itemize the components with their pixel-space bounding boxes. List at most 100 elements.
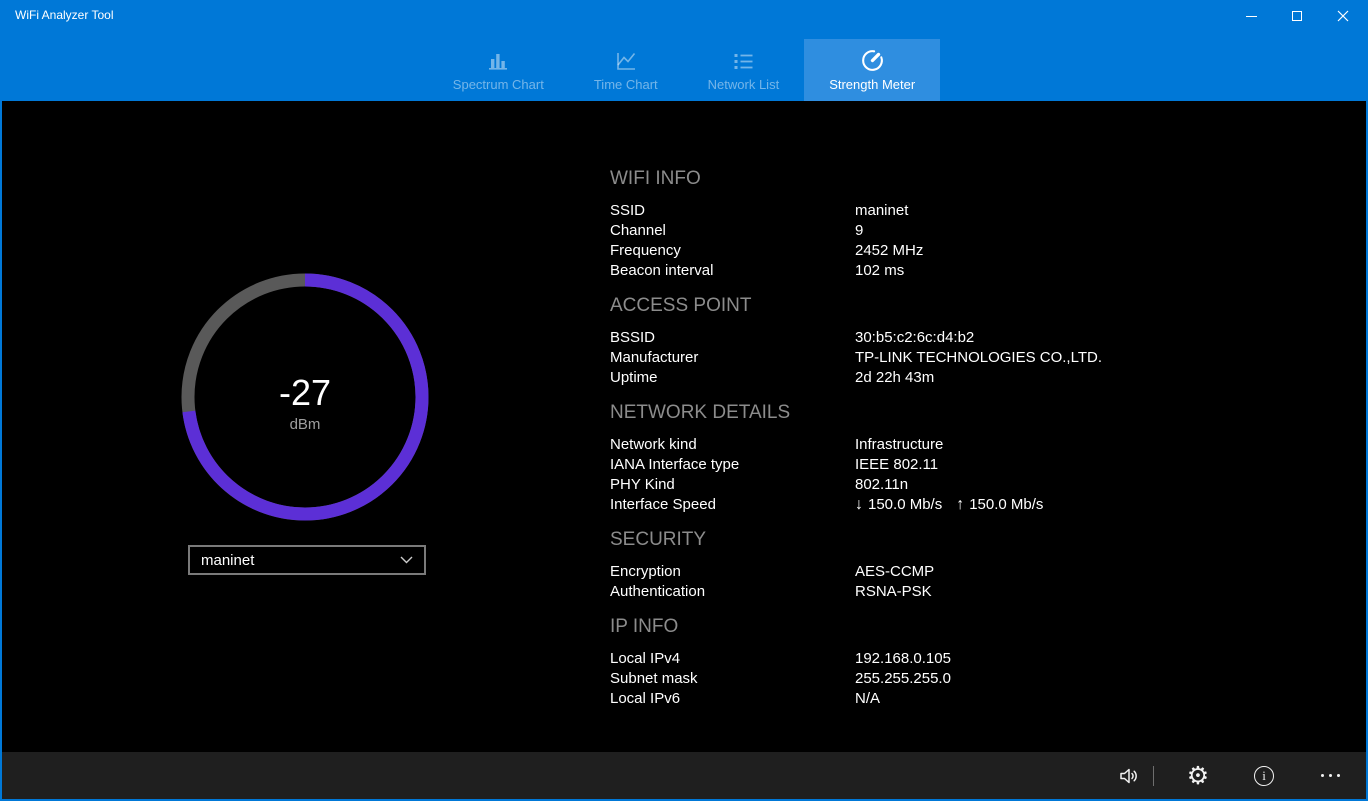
tab-strength-meter[interactable]: Strength Meter [804,39,940,101]
app-window: WiFi Analyzer Tool [0,0,1368,801]
about-button[interactable]: i [1242,752,1286,799]
row-value: 2d 22h 43m [855,368,1190,388]
row-value: RSNA-PSK [855,582,1190,602]
row-value: 30:b5:c2:6c:d4:b2 [855,328,1190,348]
row-value: 2452 MHz [855,241,1190,261]
tab-label: Spectrum Chart [453,77,544,92]
tab-time-chart[interactable]: Time Chart [569,39,683,101]
tab-label: Strength Meter [829,77,915,92]
info-panel: WIFI INFO SSID maninet Channel 9 Frequen… [610,168,1190,723]
info-row: PHY Kind 802.11n [610,475,1190,495]
line-chart-icon [613,46,639,75]
more-button[interactable] [1308,752,1352,799]
row-label: Interface Speed [610,495,855,515]
info-icon: i [1254,766,1274,786]
info-row: Frequency 2452 MHz [610,241,1190,261]
tab-spectrum-chart[interactable]: Spectrum Chart [428,39,569,101]
row-label: Beacon interval [610,261,855,281]
row-value: 255.255.255.0 [855,669,1190,689]
row-value: 802.11n [855,475,1190,495]
tab-label: Network List [708,77,780,92]
section-wifi-info: WIFI INFO SSID maninet Channel 9 Frequen… [610,168,1190,281]
tab-network-list[interactable]: Network List [683,39,805,101]
network-select-value: maninet [201,552,254,569]
main-content: -27 dBm maninet WIFI INFO SSID maninet C… [2,101,1366,752]
close-button[interactable] [1320,0,1366,32]
row-value: 192.168.0.105 [855,649,1190,669]
row-label: Local IPv6 [610,689,855,709]
info-row: Manufacturer TP-LINK TECHNOLOGIES CO.,LT… [610,348,1190,368]
maximize-button[interactable] [1274,0,1320,32]
network-select-dropdown[interactable]: maninet [188,545,426,575]
section-ip-info: IP INFO Local IPv4 192.168.0.105 Subnet … [610,616,1190,709]
info-row: Authentication RSNA-PSK [610,582,1190,602]
row-label: Frequency [610,241,855,261]
info-row: Local IPv4 192.168.0.105 [610,649,1190,669]
download-speed: 150.0 Mb/s [868,495,942,515]
section-title: IP INFO [610,616,1190,638]
row-label: Subnet mask [610,669,855,689]
info-row: Channel 9 [610,221,1190,241]
download-arrow-icon: ↓ [855,495,863,515]
sound-button[interactable] [1107,752,1151,799]
row-label: Encryption [610,562,855,582]
section-security: SECURITY Encryption AES-CCMP Authenticat… [610,529,1190,602]
info-row-interface-speed: Interface Speed ↓ 150.0 Mb/s ↑ 150.0 Mb/… [610,495,1190,515]
row-value: N/A [855,689,1190,709]
minimize-icon [1246,16,1257,17]
row-label: IANA Interface type [610,455,855,475]
gauge-readout: -27 dBm [181,280,429,528]
row-value: 9 [855,221,1190,241]
row-label: Authentication [610,582,855,602]
gauge-value: -27 [279,375,331,411]
row-value: 102 ms [855,261,1190,281]
row-label: Network kind [610,435,855,455]
row-label: PHY Kind [610,475,855,495]
gauge-icon [859,46,886,75]
window-controls [1228,0,1366,32]
row-label: Manufacturer [610,348,855,368]
bar-chart-icon [485,46,511,75]
row-label: SSID [610,201,855,221]
gauge-unit: dBm [290,416,321,433]
row-value: AES-CCMP [855,562,1190,582]
row-value: maninet [855,201,1190,221]
window-title: WiFi Analyzer Tool [15,8,113,22]
row-value: Infrastructure [855,435,1190,455]
info-row: IANA Interface type IEEE 802.11 [610,455,1190,475]
section-title: WIFI INFO [610,168,1190,190]
section-title: SECURITY [610,529,1190,551]
signal-strength-gauge: -27 dBm [181,273,429,521]
nav-tabs: Spectrum Chart Time Chart [2,39,1366,101]
gear-icon: ⚙ [1187,763,1209,788]
info-row: Subnet mask 255.255.255.0 [610,669,1190,689]
info-row: Uptime 2d 22h 43m [610,368,1190,388]
upload-arrow-icon: ↑ [956,495,964,515]
header: WiFi Analyzer Tool [2,0,1366,101]
row-label: Local IPv4 [610,649,855,669]
close-icon [1337,10,1349,22]
settings-button[interactable]: ⚙ [1176,752,1220,799]
tab-label: Time Chart [594,77,658,92]
row-label: Channel [610,221,855,241]
chevron-down-icon [400,556,413,564]
maximize-icon [1292,11,1302,21]
row-value: ↓ 150.0 Mb/s ↑ 150.0 Mb/s [855,495,1190,515]
section-access-point: ACCESS POINT BSSID 30:b5:c2:6c:d4:b2 Man… [610,295,1190,388]
minimize-button[interactable] [1228,0,1274,32]
list-icon [730,46,756,75]
info-row: SSID maninet [610,201,1190,221]
info-row: Encryption AES-CCMP [610,562,1190,582]
section-title: ACCESS POINT [610,295,1190,317]
speaker-icon [1117,764,1141,788]
row-value: IEEE 802.11 [855,455,1190,475]
command-bar: ⚙ i [2,752,1366,799]
info-row: BSSID 30:b5:c2:6c:d4:b2 [610,328,1190,348]
command-bar-divider [1153,766,1154,786]
upload-speed: 150.0 Mb/s [969,495,1043,515]
info-row: Network kind Infrastructure [610,435,1190,455]
row-value: TP-LINK TECHNOLOGIES CO.,LTD. [855,348,1190,368]
section-network-details: NETWORK DETAILS Network kind Infrastruct… [610,402,1190,515]
section-title: NETWORK DETAILS [610,402,1190,424]
ellipsis-icon [1321,774,1340,777]
